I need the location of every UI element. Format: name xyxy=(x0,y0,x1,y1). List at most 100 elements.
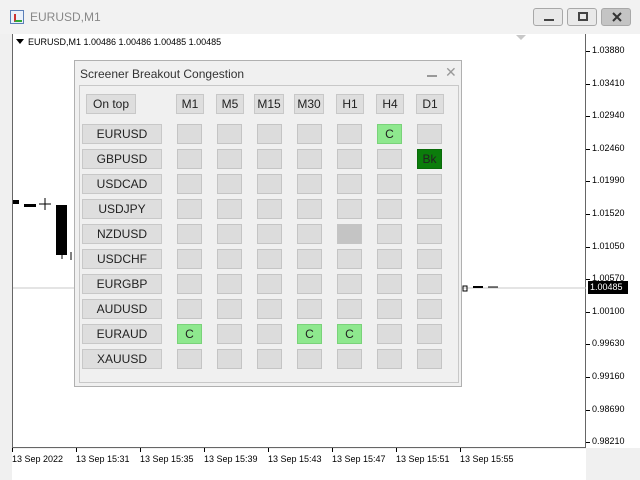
signal-cell[interactable] xyxy=(257,149,282,169)
signal-cell[interactable] xyxy=(417,124,442,144)
timeframe-button-m15[interactable]: M15 xyxy=(254,94,284,114)
price-label: 1.03410 xyxy=(592,78,625,88)
signal-cell[interactable] xyxy=(217,249,242,269)
signal-cell[interactable] xyxy=(337,124,362,144)
signal-cell[interactable] xyxy=(217,299,242,319)
signal-cell[interactable] xyxy=(297,224,322,244)
timeframe-button-m5[interactable]: M5 xyxy=(216,94,244,114)
signal-cell[interactable] xyxy=(337,199,362,219)
signal-cell[interactable] xyxy=(177,299,202,319)
timeframe-button-m30[interactable]: M30 xyxy=(294,94,324,114)
signal-cell[interactable] xyxy=(257,299,282,319)
signal-cell[interactable] xyxy=(297,199,322,219)
timeframe-button-h1[interactable]: H1 xyxy=(336,94,364,114)
signal-cell[interactable] xyxy=(377,324,402,344)
price-label: 1.03880 xyxy=(592,45,625,55)
symbol-button-eurgbp[interactable]: EURGBP xyxy=(82,274,162,294)
signal-cell[interactable] xyxy=(417,299,442,319)
signal-cell[interactable] xyxy=(177,274,202,294)
signal-cell[interactable] xyxy=(177,349,202,369)
signal-cell[interactable] xyxy=(297,124,322,144)
panel-minimize-icon[interactable] xyxy=(427,67,437,77)
price-label: 1.01520 xyxy=(592,208,625,218)
price-tick xyxy=(586,410,590,411)
price-tick xyxy=(586,84,590,85)
signal-cell[interactable]: Bk xyxy=(417,149,442,169)
time-tick xyxy=(204,448,205,452)
signal-cell[interactable] xyxy=(177,149,202,169)
signal-cell[interactable] xyxy=(417,249,442,269)
signal-cell[interactable] xyxy=(297,274,322,294)
signal-cell[interactable] xyxy=(217,124,242,144)
signal-cell[interactable] xyxy=(417,324,442,344)
signal-cell[interactable] xyxy=(417,349,442,369)
signal-cell[interactable] xyxy=(377,149,402,169)
signal-cell[interactable] xyxy=(217,324,242,344)
signal-cell[interactable]: C xyxy=(377,124,402,144)
signal-cell[interactable] xyxy=(257,224,282,244)
signal-cell[interactable] xyxy=(377,349,402,369)
signal-cell[interactable] xyxy=(377,249,402,269)
signal-cell[interactable] xyxy=(297,174,322,194)
signal-cell[interactable] xyxy=(417,274,442,294)
signal-cell[interactable] xyxy=(257,274,282,294)
signal-cell[interactable] xyxy=(217,274,242,294)
signal-cell[interactable] xyxy=(417,174,442,194)
signal-cell[interactable] xyxy=(257,249,282,269)
symbol-button-gbpusd[interactable]: GBPUSD xyxy=(82,149,162,169)
price-tick xyxy=(586,181,590,182)
signal-cell[interactable] xyxy=(337,174,362,194)
signal-cell[interactable] xyxy=(377,274,402,294)
signal-cell[interactable] xyxy=(377,199,402,219)
symbol-button-usdjpy[interactable]: USDJPY xyxy=(82,199,162,219)
signal-cell[interactable] xyxy=(257,124,282,144)
signal-cell[interactable] xyxy=(177,174,202,194)
signal-cell[interactable] xyxy=(337,274,362,294)
panel-close-icon[interactable]: ✕ xyxy=(445,65,457,79)
timeframe-button-h4[interactable]: H4 xyxy=(376,94,404,114)
price-tick xyxy=(586,442,590,443)
signal-cell[interactable] xyxy=(297,249,322,269)
signal-cell[interactable] xyxy=(257,174,282,194)
timeframe-button-d1[interactable]: D1 xyxy=(416,94,444,114)
signal-cell[interactable]: C xyxy=(177,324,202,344)
symbol-button-usdchf[interactable]: USDCHF xyxy=(82,249,162,269)
signal-cell[interactable] xyxy=(257,199,282,219)
signal-cell[interactable]: C xyxy=(337,324,362,344)
signal-cell[interactable] xyxy=(297,349,322,369)
symbol-button-usdcad[interactable]: USDCAD xyxy=(82,174,162,194)
symbol-button-xauusd[interactable]: XAUUSD xyxy=(82,349,162,369)
timeframe-button-m1[interactable]: M1 xyxy=(176,94,204,114)
signal-cell[interactable] xyxy=(337,249,362,269)
signal-cell[interactable] xyxy=(257,349,282,369)
signal-cell[interactable] xyxy=(377,224,402,244)
symbol-button-nzdusd[interactable]: NZDUSD xyxy=(82,224,162,244)
signal-cell[interactable] xyxy=(177,249,202,269)
signal-cell[interactable] xyxy=(217,349,242,369)
price-label: 0.98690 xyxy=(592,404,625,414)
signal-cell[interactable] xyxy=(177,199,202,219)
signal-cell[interactable] xyxy=(297,299,322,319)
symbol-button-euraud[interactable]: EURAUD xyxy=(82,324,162,344)
signal-cell[interactable] xyxy=(257,324,282,344)
signal-cell[interactable] xyxy=(377,174,402,194)
signal-cell[interactable] xyxy=(217,174,242,194)
signal-cell[interactable]: C xyxy=(297,324,322,344)
signal-cell[interactable] xyxy=(417,224,442,244)
signal-cell[interactable] xyxy=(177,124,202,144)
signal-cell[interactable] xyxy=(337,224,362,244)
signal-cell[interactable] xyxy=(297,149,322,169)
signal-cell[interactable] xyxy=(217,149,242,169)
price-label: 1.02940 xyxy=(592,110,625,120)
signal-cell[interactable] xyxy=(377,299,402,319)
signal-cell[interactable] xyxy=(337,149,362,169)
signal-cell[interactable] xyxy=(337,299,362,319)
symbol-button-audusd[interactable]: AUDUSD xyxy=(82,299,162,319)
signal-cell[interactable] xyxy=(177,224,202,244)
on-top-button[interactable]: On top xyxy=(86,94,136,114)
signal-cell[interactable] xyxy=(337,349,362,369)
signal-cell[interactable] xyxy=(417,199,442,219)
signal-cell[interactable] xyxy=(217,199,242,219)
symbol-button-eurusd[interactable]: EURUSD xyxy=(82,124,162,144)
signal-cell[interactable] xyxy=(217,224,242,244)
